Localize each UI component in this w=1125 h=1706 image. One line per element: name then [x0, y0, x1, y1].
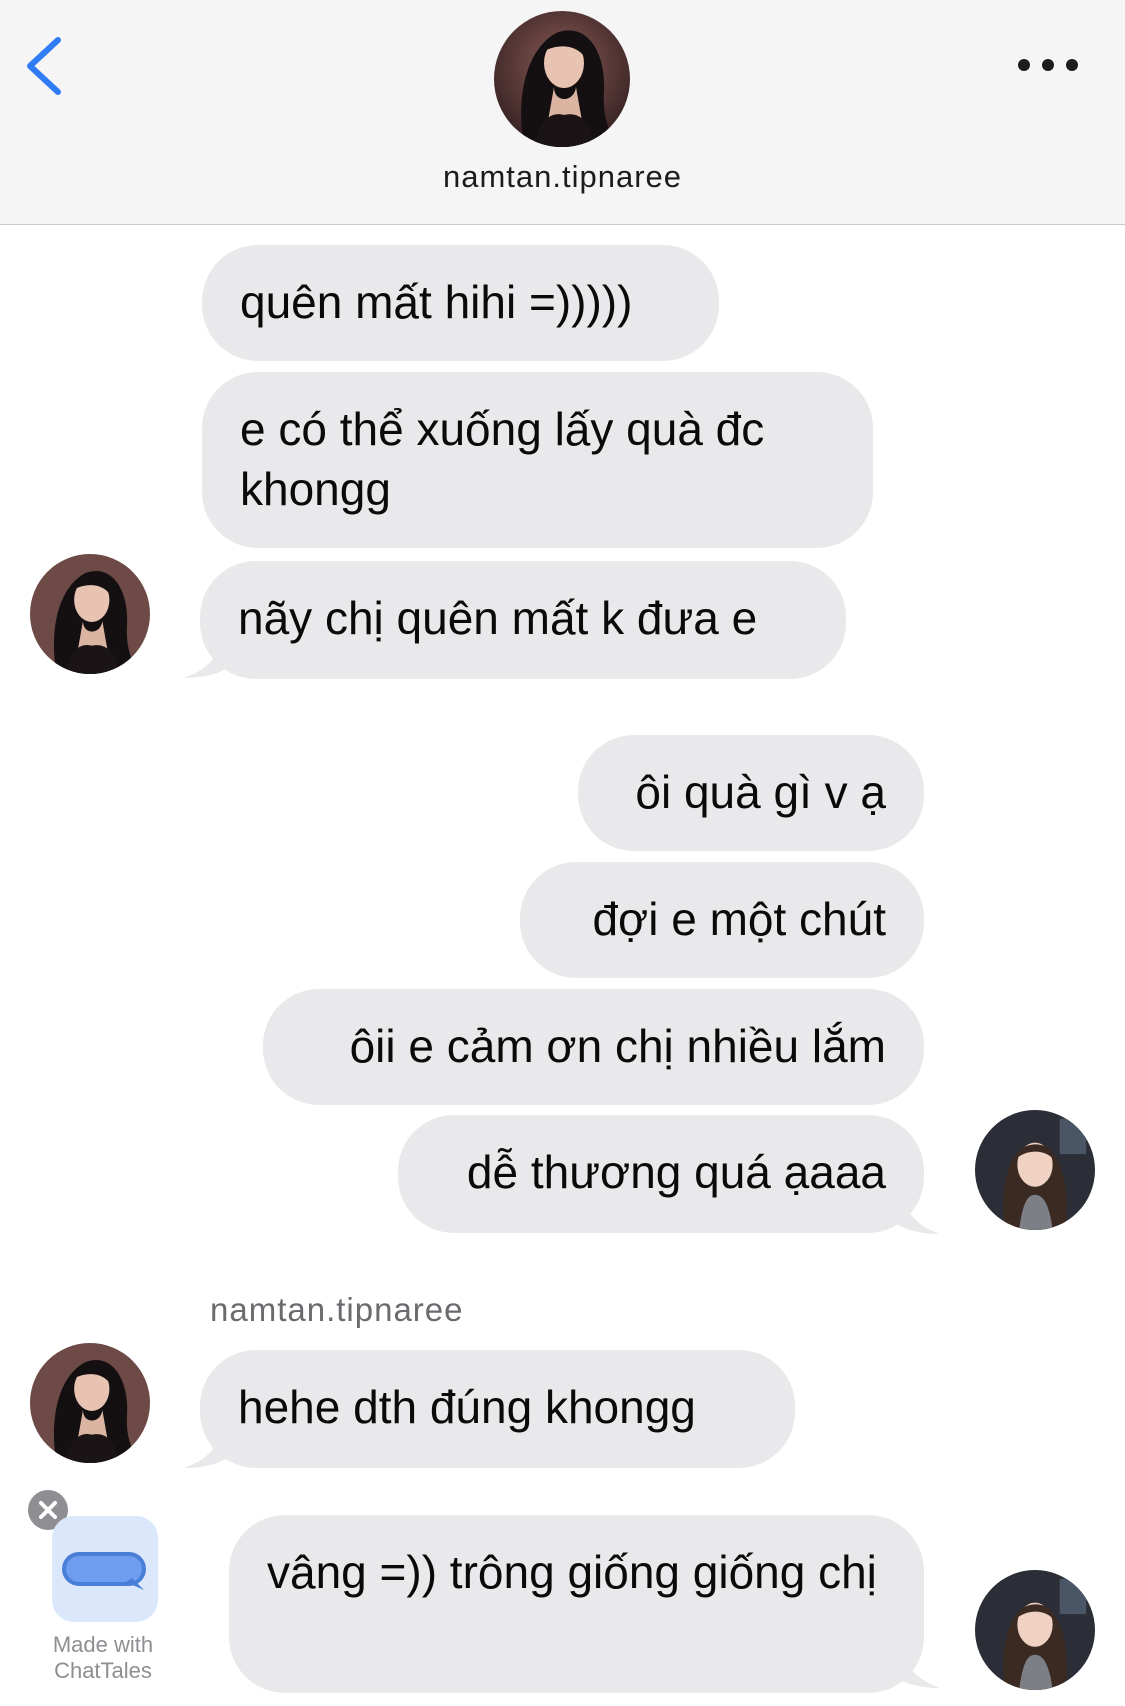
message-text: nãy chị quên mất k đưa e [238, 592, 758, 644]
message-text: quên mất hihi =))))) [240, 276, 633, 328]
badge-line-2: ChatTales [54, 1658, 152, 1683]
chat-bubble-icon [62, 1552, 146, 1590]
chat-header: namtan.tipnaree [0, 0, 1125, 225]
message-text: hehe dth đúng khongg [238, 1381, 696, 1433]
message-text: đợi e một chút [592, 893, 886, 945]
back-button[interactable] [22, 30, 72, 100]
avatar-woman-long-hair-icon [975, 1110, 1095, 1230]
message-bubble-received[interactable]: hehe dth đúng khongg [200, 1350, 795, 1468]
ellipsis-icon [1018, 59, 1078, 71]
message-bubble-received[interactable]: e có thể xuống lấy quà đc khongg [202, 372, 873, 548]
message-bubble-sent[interactable]: đợi e một chút [520, 862, 924, 978]
message-text: vâng =)) trông giống giống chị [267, 1546, 877, 1598]
message-bubble-received[interactable]: nãy chị quên mất k đưa e [200, 561, 846, 679]
user-avatar-small[interactable] [975, 1570, 1095, 1690]
sender-name-label: namtan.tipnaree [210, 1291, 464, 1328]
avatar-woman-dark-hair-icon [494, 11, 630, 147]
contact-avatar[interactable] [494, 11, 630, 147]
contact-avatar-small[interactable] [30, 1343, 150, 1463]
message-text: ôii e cảm ơn chị nhiều lắm [349, 1020, 886, 1072]
more-options-button[interactable] [1016, 50, 1080, 80]
message-text: e có thể xuống lấy quà đc khongg [240, 403, 765, 515]
avatar-woman-dark-hair-icon [30, 1343, 150, 1463]
message-text: dễ thương quá ạaaa [466, 1146, 886, 1198]
message-bubble-sent[interactable]: ôi quà gì v ạ [578, 735, 924, 851]
avatar-woman-dark-hair-icon [30, 554, 150, 674]
contact-name[interactable]: namtan.tipnaree [0, 159, 1125, 195]
badge-line-1: Made with [52, 1632, 154, 1657]
chattales-app-icon [52, 1516, 158, 1622]
made-with-text: Made with ChatTales [28, 1632, 178, 1684]
chevron-left-icon [27, 37, 61, 95]
contact-avatar-small[interactable] [30, 554, 150, 674]
user-avatar-small[interactable] [975, 1110, 1095, 1230]
message-text: ôi quà gì v ạ [635, 766, 886, 818]
message-bubble-sent[interactable]: dễ thương quá ạaaa [398, 1115, 924, 1233]
chattales-badge[interactable]: Made with ChatTales [28, 1490, 178, 1690]
message-bubble-received[interactable]: quên mất hihi =))))) [202, 245, 719, 361]
message-bubble-sent[interactable]: ôii e cảm ơn chị nhiều lắm [263, 989, 924, 1105]
avatar-woman-long-hair-icon [975, 1570, 1095, 1690]
message-bubble-sent[interactable]: vâng =)) trông giống giống chị [229, 1515, 924, 1693]
